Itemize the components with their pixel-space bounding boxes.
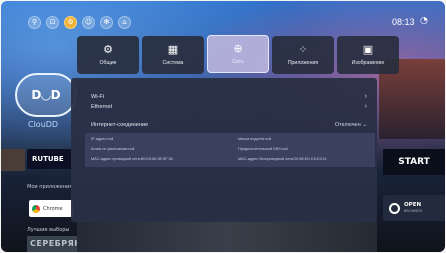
my-apps-label: Мои приложения [27,184,73,190]
internet-connection-row[interactable]: Интернет-соединение Отключен ⌄ [91,122,367,128]
internet-connection-status: Отключен ⌄ [334,122,367,128]
chrome-icon [32,204,40,213]
best-picks-label: Лучшие выборы [27,227,70,233]
globe-icon: ⊕ [233,42,243,55]
gamepad-icon[interactable]: ☺ [82,16,95,29]
default-gateway: Шлюз по умолчанию:null [91,147,135,151]
settings-categories: ⚙ Общие ▦ Система ⊕ Сеть ⁘ Приложения ▣ … [77,35,399,74]
chevron-right-icon: › [364,93,367,100]
chrome-app-tile[interactable]: Chrome [29,200,73,217]
rutube-tile[interactable]: RUTUBE [27,149,75,169]
fan-icon[interactable]: ✻ [100,16,113,29]
clouddd-caption: ClouDD [28,120,59,129]
apps-icon: ⁘ [298,43,308,56]
wifi-label: Wi-Fi [91,93,105,100]
home-icon[interactable]: ⌂ [118,16,131,29]
poster-left[interactable] [1,149,25,171]
clouddd-logo: D◡D [15,73,77,117]
category-label: Изображение [351,60,385,66]
gear-icon: ⚙ [103,43,113,56]
wifi-icon: ◔ [420,16,428,26]
category-label: Система [162,60,184,66]
ethernet-label: Ethernet [91,103,113,110]
tv-screen: D◡D ClouDD RUTUBE Мои приложения Chrome … [1,1,445,252]
start-tile[interactable]: START [383,149,445,175]
category-network[interactable]: ⊕ Сеть [207,35,269,73]
category-label: Сеть [232,59,244,65]
chrome-label: Chrome [43,205,63,212]
picture-icon: ▣ [362,43,374,56]
ip-address: IP-адрес:null [91,137,114,141]
wifi-row[interactable]: Wi-Fi › [91,93,367,100]
category-apps[interactable]: ⁘ Приложения [272,36,334,74]
category-label: Общие [99,60,117,66]
category-label: Приложения [287,60,319,66]
category-general[interactable]: ⚙ Общие [77,36,139,74]
chevron-right-icon: › [364,103,367,110]
wired-mac: MAC-адрес проводной сети:80:D5:60:3E:5F:… [91,157,173,161]
subnet-mask: Маска подсети:null [238,137,272,141]
internet-connection-label: Интернет-соединение [91,122,149,128]
posters-row [77,221,377,252]
preferred-dns: Предпочтительный DNS:null [238,147,288,151]
open-browser-icon [389,202,400,214]
clock: 08:13 [392,17,415,27]
input-source-icon[interactable]: ⊡ [46,16,59,29]
system-grid-icon: ▦ [167,43,179,56]
connection-details: IP-адрес:null Маска подсети:null Шлюз по… [85,133,375,167]
category-picture[interactable]: ▣ Изображение [337,36,399,74]
chevron-down-icon: ⌄ [362,122,367,128]
category-system[interactable]: ▦ Система [142,36,204,74]
top-icon-bar: ⚲ ⊡ ⚙ ☺ ✻ ⌂ [28,16,131,29]
open-browser-label: OPEN BROWSER [404,202,422,213]
settings-icon[interactable]: ⚙ [64,16,77,29]
wireless-mac: MAC-адрес беспроводной сети:20:98:ED:C8:… [238,157,327,161]
open-browser-tile[interactable]: OPEN BROWSER [383,195,445,221]
ethernet-row[interactable]: Ethernet › [91,103,367,110]
search-icon[interactable]: ⚲ [28,16,41,29]
